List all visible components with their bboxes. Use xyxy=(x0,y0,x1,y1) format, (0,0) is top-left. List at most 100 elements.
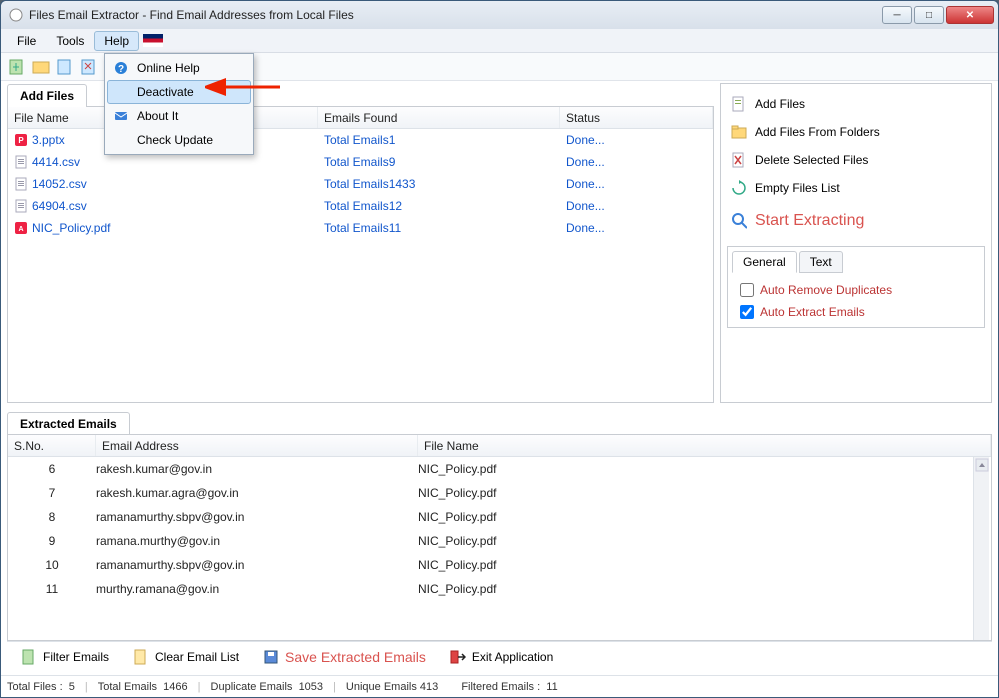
col-sno[interactable]: S.No. xyxy=(8,435,96,456)
file-name-cell: 4414.csv xyxy=(32,155,80,169)
menu-check-update[interactable]: Check Update xyxy=(107,128,251,152)
file-name-cell: 3.pptx xyxy=(32,133,65,147)
tab-add-files[interactable]: Add Files xyxy=(7,84,87,107)
side-add-files-label: Add Files xyxy=(755,97,805,111)
check-auto-extract-label: Auto Extract Emails xyxy=(760,305,865,319)
btn-save-label: Save Extracted Emails xyxy=(285,649,426,665)
table-row[interactable]: 7rakesh.kumar.agra@gov.inNIC_Policy.pdf xyxy=(8,481,991,505)
filename-cell: NIC_Policy.pdf xyxy=(418,534,991,548)
title-bar: Files Email Extractor - Find Email Addre… xyxy=(1,1,998,29)
file-type-icon: A xyxy=(14,221,28,235)
status-cell: Done... xyxy=(560,152,713,172)
check-auto-remove-dup-label: Auto Remove Duplicates xyxy=(760,283,892,297)
language-flag-icon[interactable] xyxy=(143,34,163,47)
sno-cell: 6 xyxy=(8,462,96,476)
menu-tools[interactable]: Tools xyxy=(46,31,94,51)
status-total-emails: Total Emails 1466 xyxy=(98,681,188,693)
status-bar: Total Files : 5 | Total Emails 1466 | Du… xyxy=(1,675,998,697)
col-status[interactable]: Status xyxy=(560,107,713,128)
minimize-button[interactable]: ─ xyxy=(882,6,912,24)
file-name-cell: 64904.csv xyxy=(32,199,87,213)
refresh-icon xyxy=(731,180,747,196)
sno-cell: 10 xyxy=(8,558,96,572)
table-row[interactable]: 14052.csvTotal Emails1433Done... xyxy=(8,173,713,195)
maximize-button[interactable]: □ xyxy=(914,6,944,24)
main-window: Files Email Extractor - Find Email Addre… xyxy=(0,0,999,698)
btn-exit[interactable]: Exit Application xyxy=(442,646,561,668)
status-unique: Unique Emails 413 xyxy=(346,681,438,693)
side-empty-label: Empty Files List xyxy=(755,181,840,195)
sno-cell: 8 xyxy=(8,510,96,524)
search-icon xyxy=(731,213,747,229)
side-add-folders-label: Add Files From Folders xyxy=(755,125,880,139)
emails-found-cell: Total Emails1433 xyxy=(318,174,560,194)
toolbar-icon-3[interactable] xyxy=(55,57,75,77)
emails-found-cell: Total Emails11 xyxy=(318,218,560,238)
filter-icon xyxy=(21,649,37,665)
file-type-icon xyxy=(14,155,28,169)
table-row[interactable]: 64904.csvTotal Emails12Done... xyxy=(8,195,713,217)
side-delete-selected[interactable]: Delete Selected Files xyxy=(727,146,985,174)
col-email[interactable]: Email Address xyxy=(96,435,418,456)
side-add-files[interactable]: Add Files xyxy=(727,90,985,118)
email-cell: murthy.ramana@gov.in xyxy=(96,582,418,596)
filename-cell: NIC_Policy.pdf xyxy=(418,510,991,524)
side-start-label: Start Extracting xyxy=(755,212,864,230)
sno-cell: 9 xyxy=(8,534,96,548)
help-icon: ? xyxy=(113,60,129,76)
status-total-files: Total Files : 5 xyxy=(7,681,75,693)
filename-cell: NIC_Policy.pdf xyxy=(418,558,991,572)
side-delete-selected-label: Delete Selected Files xyxy=(755,153,868,167)
tab-extracted-emails[interactable]: Extracted Emails xyxy=(7,412,130,435)
sidetab-text[interactable]: Text xyxy=(799,251,843,273)
btn-clear-list[interactable]: Clear Email List xyxy=(125,646,247,668)
save-icon xyxy=(263,649,279,665)
status-duplicate: Duplicate Emails 1053 xyxy=(211,681,324,693)
sidetab-general[interactable]: General xyxy=(732,251,797,273)
svg-text:?: ? xyxy=(118,64,124,75)
menu-deactivate[interactable]: Deactivate xyxy=(107,80,251,104)
clear-icon xyxy=(133,649,149,665)
mail-icon xyxy=(113,108,129,124)
close-button[interactable]: ✕ xyxy=(946,6,994,24)
toolbar-icon-4[interactable] xyxy=(79,57,99,77)
side-add-folders[interactable]: Add Files From Folders xyxy=(727,118,985,146)
file-name-cell: 14052.csv xyxy=(32,177,87,191)
btn-filter-emails[interactable]: Filter Emails xyxy=(13,646,117,668)
col-fname[interactable]: File Name xyxy=(418,435,991,456)
check-auto-extract[interactable] xyxy=(740,305,754,319)
vertical-scrollbar[interactable] xyxy=(973,457,989,640)
toolbar-icon-1[interactable] xyxy=(7,57,27,77)
side-start-extracting[interactable]: Start Extracting xyxy=(727,202,985,240)
menu-help[interactable]: Help xyxy=(94,31,139,51)
email-cell: rakesh.kumar.agra@gov.in xyxy=(96,486,418,500)
menu-online-help-label: Online Help xyxy=(137,61,200,75)
svg-text:P: P xyxy=(18,136,24,145)
sno-cell: 7 xyxy=(8,486,96,500)
side-empty[interactable]: Empty Files List xyxy=(727,174,985,202)
table-row[interactable]: 10ramanamurthy.sbpv@gov.inNIC_Policy.pdf xyxy=(8,553,991,577)
emails-found-cell: Total Emails1 xyxy=(318,130,560,150)
menu-bar: File Tools Help ? Online Help Deactivate… xyxy=(1,29,998,53)
table-row[interactable]: 6rakesh.kumar@gov.inNIC_Policy.pdf xyxy=(8,457,991,481)
menu-about[interactable]: About It xyxy=(107,104,251,128)
toolbar-icon-2[interactable] xyxy=(31,57,51,77)
email-cell: ramanamurthy.sbpv@gov.in xyxy=(96,558,418,572)
page-icon xyxy=(731,96,747,112)
sno-cell: 11 xyxy=(8,582,96,596)
filename-cell: NIC_Policy.pdf xyxy=(418,462,991,476)
check-auto-remove-dup[interactable] xyxy=(740,283,754,297)
menu-file[interactable]: File xyxy=(7,31,46,51)
table-row[interactable]: 11murthy.ramana@gov.inNIC_Policy.pdf xyxy=(8,577,991,601)
table-row[interactable]: 8ramanamurthy.sbpv@gov.inNIC_Policy.pdf xyxy=(8,505,991,529)
col-emails-found[interactable]: Emails Found xyxy=(318,107,560,128)
svg-text:A: A xyxy=(18,226,23,233)
bottom-toolbar: Filter Emails Clear Email List Save Extr… xyxy=(7,641,992,671)
status-cell: Done... xyxy=(560,218,713,238)
menu-online-help[interactable]: ? Online Help xyxy=(107,56,251,80)
table-row[interactable]: A NIC_Policy.pdf Total Emails11Done... xyxy=(8,217,713,239)
btn-save-extracted[interactable]: Save Extracted Emails xyxy=(255,646,434,668)
table-row[interactable]: 9ramana.murthy@gov.inNIC_Policy.pdf xyxy=(8,529,991,553)
side-panel: Add Files Add Files From Folders Delete … xyxy=(720,83,992,403)
file-name-cell: NIC_Policy.pdf xyxy=(32,221,110,235)
